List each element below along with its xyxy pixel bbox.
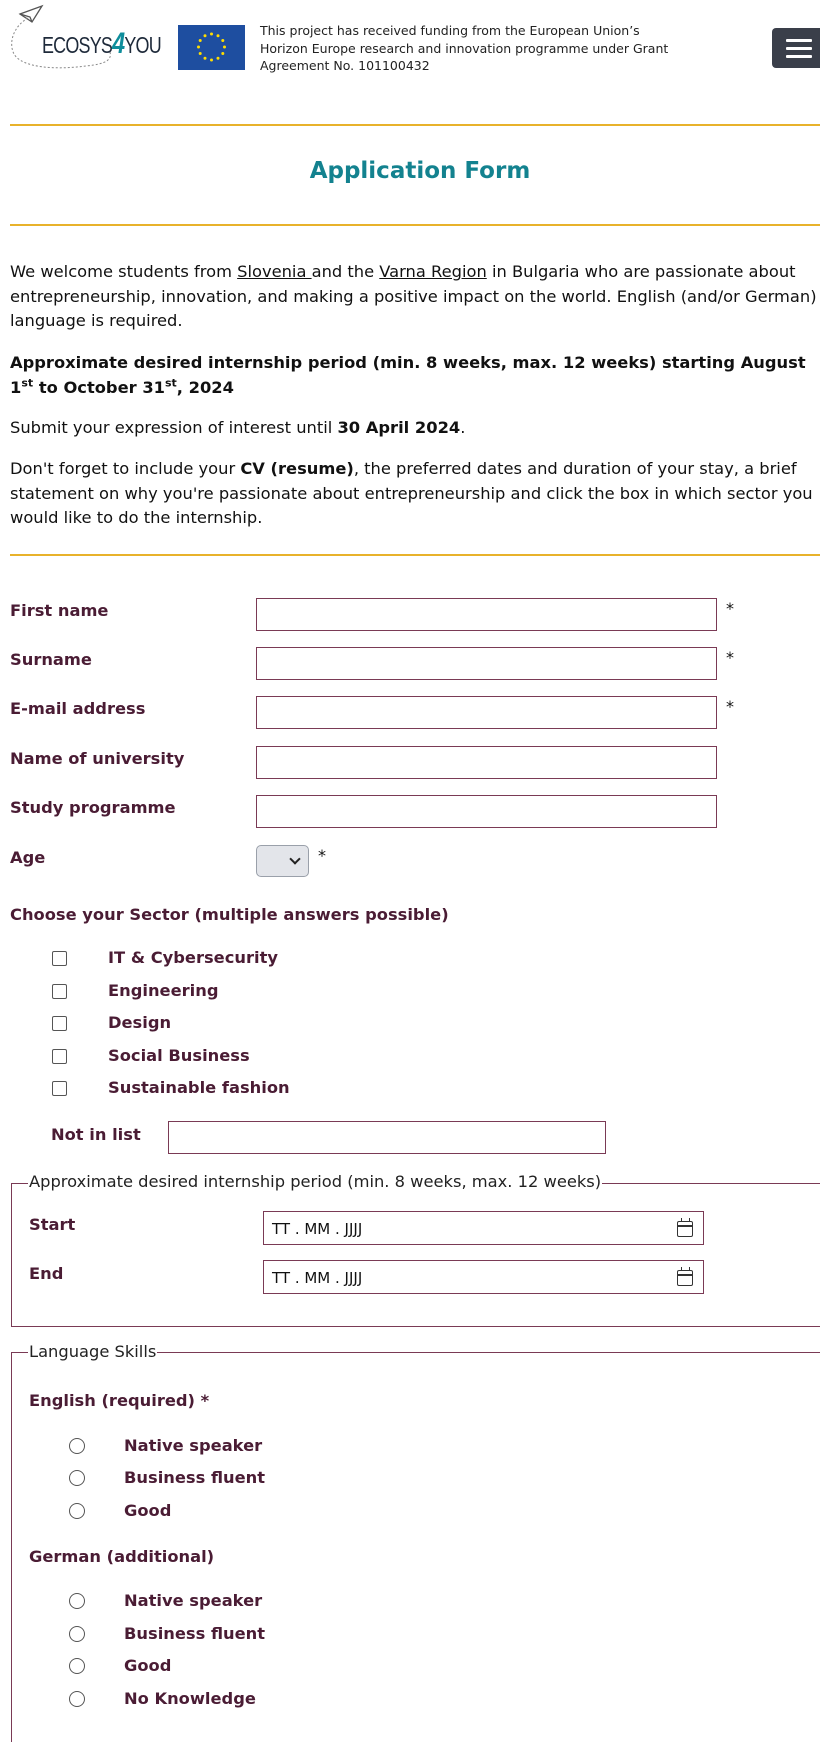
not-in-list-input[interactable] xyxy=(168,1121,606,1154)
sector-option-label: Sustainable fashion xyxy=(108,1078,290,1097)
german-radio[interactable] xyxy=(69,1626,85,1642)
email-input[interactable] xyxy=(256,696,717,729)
german-radio[interactable] xyxy=(69,1593,85,1609)
english-option-label: Good xyxy=(124,1501,172,1520)
sector-option-label: Design xyxy=(108,1013,172,1032)
first-name-input[interactable] xyxy=(256,598,717,631)
german-option-label: No Knowledge xyxy=(124,1689,256,1708)
calendar-icon[interactable] xyxy=(677,1267,693,1286)
age-label: Age xyxy=(10,848,46,867)
page-title: Application Form xyxy=(309,158,531,184)
surname-label: Surname xyxy=(10,650,92,669)
sector-checkbox[interactable] xyxy=(52,984,67,999)
english-radio[interactable] xyxy=(69,1503,85,1519)
internship-period-fieldset xyxy=(11,1183,820,1327)
german-option-label: Good xyxy=(124,1656,172,1675)
english-option-label: Business fluent xyxy=(124,1468,266,1487)
age-select[interactable] xyxy=(256,845,309,877)
logo-text: ECOSYS4YOU xyxy=(42,27,162,60)
intro-paragraph: We welcome students from Slovenia and th… xyxy=(10,262,817,330)
divider xyxy=(10,124,820,126)
sector-checkbox[interactable] xyxy=(52,951,67,966)
email-label: E-mail address xyxy=(10,699,146,718)
required-marker: * xyxy=(726,599,734,618)
sector-heading: Choose your Sector (multiple answers pos… xyxy=(10,905,449,924)
sector-checkbox[interactable] xyxy=(52,1081,67,1096)
german-heading: German (additional) xyxy=(29,1547,215,1566)
sector-option-label: Engineering xyxy=(108,981,219,1000)
date-placeholder: TT . MM . JJJJ xyxy=(272,1269,363,1287)
funding-statement: This project has received funding from t… xyxy=(260,23,669,73)
hamburger-line-icon xyxy=(786,47,812,50)
study-programme-input[interactable] xyxy=(256,795,717,828)
german-option-label: Business fluent xyxy=(124,1624,266,1643)
english-radio[interactable] xyxy=(69,1470,85,1486)
chevron-down-icon xyxy=(289,853,301,865)
hamburger-line-icon xyxy=(786,55,812,58)
calendar-icon[interactable] xyxy=(677,1218,693,1237)
english-option-label: Native speaker xyxy=(124,1436,263,1455)
end-date-input[interactable]: TT . MM . JJJJ xyxy=(263,1260,704,1294)
english-radio[interactable] xyxy=(69,1438,85,1454)
university-input[interactable] xyxy=(256,746,717,779)
start-date-input[interactable]: TT . MM . JJJJ xyxy=(263,1211,704,1245)
start-date-label: Start xyxy=(29,1215,76,1234)
cv-note: Don't forget to include your CV (resume)… xyxy=(10,459,813,527)
sector-checkbox[interactable] xyxy=(52,1049,67,1064)
hamburger-line-icon xyxy=(786,39,812,42)
deadline-note: Submit your expression of interest until… xyxy=(10,418,466,437)
divider xyxy=(10,224,820,226)
required-marker: * xyxy=(726,697,734,716)
german-option-label: Native speaker xyxy=(124,1591,263,1610)
german-radio[interactable] xyxy=(69,1691,85,1707)
required-marker: * xyxy=(318,846,326,865)
english-heading: English (required) * xyxy=(29,1391,210,1410)
internship-period-note: Approximate desired internship period (m… xyxy=(10,353,806,397)
language-skills-legend: Language Skills xyxy=(28,1342,158,1361)
surname-input[interactable] xyxy=(256,647,717,680)
required-marker: * xyxy=(726,648,734,667)
eu-flag-icon xyxy=(178,25,245,70)
varna-region-link[interactable]: Varna Region xyxy=(379,262,486,281)
end-date-label: End xyxy=(29,1264,64,1283)
university-label: Name of university xyxy=(10,749,185,768)
not-in-list-label: Not in list xyxy=(51,1125,141,1144)
internship-period-legend: Approximate desired internship period (m… xyxy=(28,1172,603,1191)
ecosys4you-logo[interactable]: ECOSYS4YOU xyxy=(6,4,162,74)
sector-option-label: Social Business xyxy=(108,1046,250,1065)
date-placeholder: TT . MM . JJJJ xyxy=(272,1220,363,1238)
german-radio[interactable] xyxy=(69,1658,85,1674)
first-name-label: First name xyxy=(10,601,109,620)
sector-option-label: IT & Cybersecurity xyxy=(108,948,278,967)
site-header: ECOSYS4YOU This project has received fun… xyxy=(0,0,820,100)
slovenia-link[interactable]: Slovenia xyxy=(237,262,311,281)
divider xyxy=(10,554,820,556)
hamburger-menu-button[interactable] xyxy=(772,28,820,68)
study-programme-label: Study programme xyxy=(10,798,176,817)
sector-checkbox[interactable] xyxy=(52,1016,67,1031)
